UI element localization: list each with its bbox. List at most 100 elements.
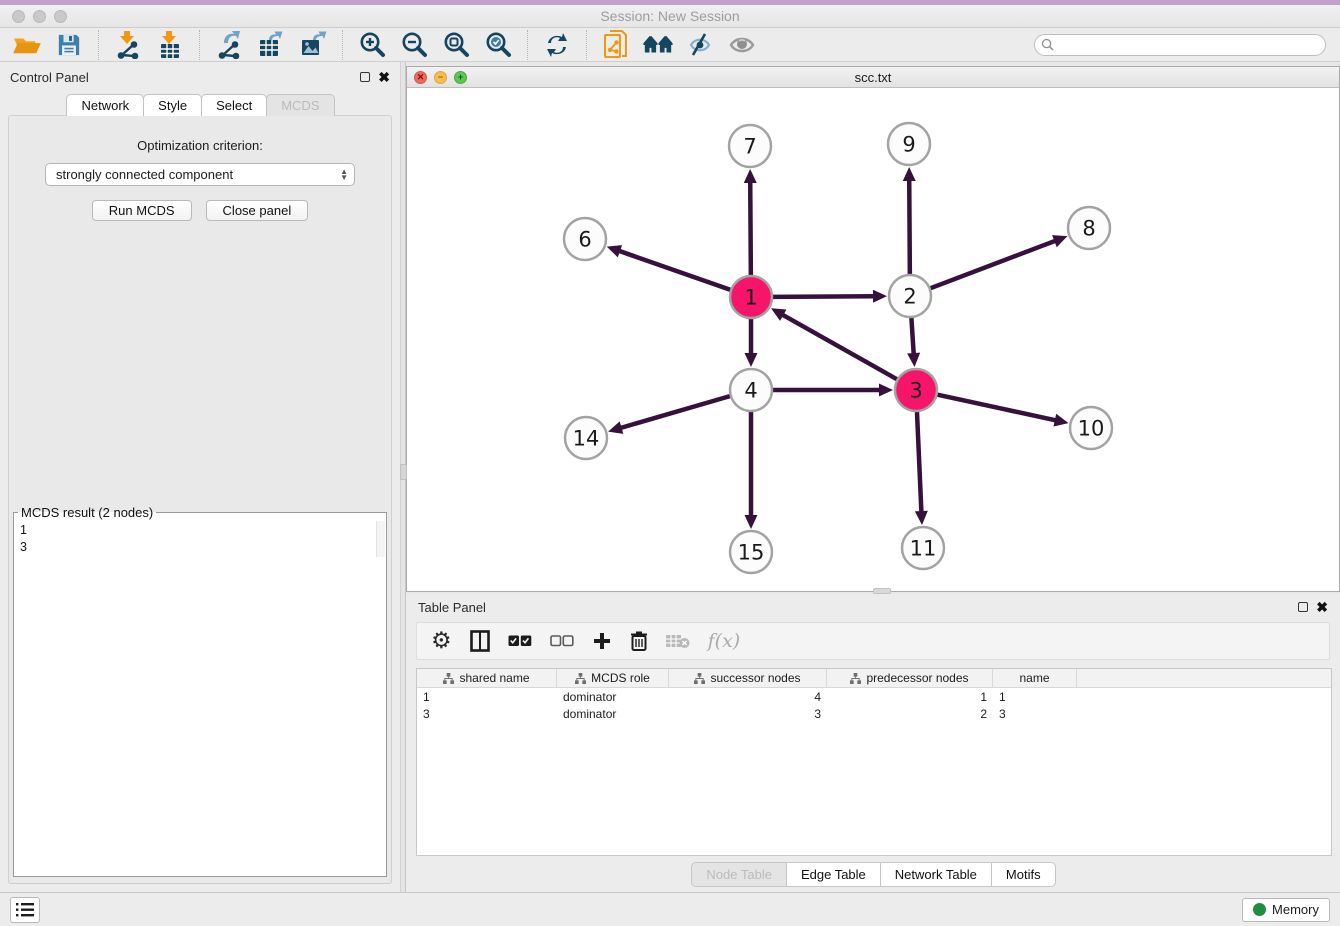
result-line: 3 [20, 539, 380, 556]
export-table-icon[interactable] [254, 30, 288, 60]
table-import-icon [157, 31, 183, 59]
export-network-icon[interactable] [212, 30, 246, 60]
graph-node-label: 6 [578, 227, 591, 251]
graph-edge-arrowhead [607, 245, 622, 257]
cell-mcds-role[interactable]: dominator [557, 690, 669, 704]
mcds-result-text[interactable]: 1 3 [14, 520, 386, 558]
graph-node-label: 14 [573, 426, 600, 450]
zoom-fit-icon[interactable] [439, 30, 473, 60]
graph-edge-4-14[interactable] [620, 396, 730, 428]
tab-motifs[interactable]: Motifs [991, 862, 1056, 887]
houses-icon [642, 33, 674, 57]
table-export-icon [257, 31, 285, 59]
create-column-icon[interactable] [592, 626, 612, 656]
export-image-icon[interactable] [296, 30, 330, 60]
graph-edge-arrowhead [608, 421, 623, 433]
zoom-selected-icon[interactable] [481, 30, 515, 60]
network-window-titlebar[interactable]: ✕ − + scc.txt [407, 67, 1339, 88]
import-network-icon[interactable] [111, 30, 145, 60]
column-header-shared-name[interactable]: shared name [417, 669, 557, 687]
open-folder-icon [12, 33, 42, 57]
cell-successor-nodes[interactable]: 3 [669, 707, 827, 721]
graph-edge-arrowhead [873, 290, 887, 303]
home-pages-icon[interactable] [641, 30, 675, 60]
zoom-in-icon[interactable] [355, 30, 389, 60]
eye-slash-icon [685, 32, 715, 58]
tab-node-table[interactable]: Node Table [691, 862, 787, 887]
optimization-criterion-label: Optimization criterion: [9, 138, 391, 153]
deselect-all-columns-icon[interactable] [550, 626, 574, 656]
graph-edge-1-7[interactable] [750, 181, 751, 275]
table-settings-gear-icon[interactable]: ⚙ [431, 626, 452, 656]
node-table[interactable]: shared name MCDS role successor nodes pr… [416, 668, 1332, 856]
column-header-successor-nodes[interactable]: successor nodes [669, 669, 827, 687]
hide-graphics-icon[interactable] [683, 30, 717, 60]
result-scrollbar[interactable] [376, 521, 385, 557]
network-graph[interactable]: 7968124314101511 [407, 88, 1339, 591]
close-panel-icon[interactable]: ✖ [378, 72, 390, 82]
cell-name[interactable]: 1 [993, 690, 1077, 704]
graph-node-label: 4 [744, 378, 757, 402]
graph-edge-arrowhead [745, 353, 758, 367]
tab-edge-table[interactable]: Edge Table [786, 862, 881, 887]
graph-edge-2-9[interactable] [909, 179, 910, 274]
split-columns-icon[interactable] [470, 626, 490, 656]
float-table-panel-icon[interactable] [1298, 602, 1308, 612]
optimization-criterion-select[interactable]: strongly connected component ▲▼ [45, 163, 355, 186]
tab-select[interactable]: Select [201, 94, 267, 116]
column-header-name[interactable]: name [993, 669, 1077, 687]
graph-edge-1-6[interactable] [618, 251, 730, 290]
zoom-out-icon[interactable] [397, 30, 431, 60]
run-mcds-button[interactable]: Run MCDS [92, 200, 192, 221]
close-table-panel-icon[interactable]: ✖ [1316, 602, 1328, 612]
graph-edge-arrowhead [1053, 414, 1068, 427]
clone-network-icon[interactable] [599, 30, 633, 60]
delete-column-icon[interactable] [630, 626, 648, 656]
graph-edge-3-1[interactable] [781, 314, 896, 379]
graph-edge-3-10[interactable] [937, 395, 1056, 421]
cell-predecessor-nodes[interactable]: 1 [827, 690, 993, 704]
refresh-layout-icon[interactable] [540, 30, 574, 60]
table-row[interactable]: 3 dominator 3 2 3 [417, 705, 1331, 722]
network-view-window: ✕ − + scc.txt 7968124314101511 [406, 66, 1340, 592]
select-all-columns-icon[interactable] [508, 626, 532, 656]
list-icon [16, 903, 34, 917]
graph-edge-arrowhead [903, 167, 916, 181]
cell-predecessor-nodes[interactable]: 2 [827, 707, 993, 721]
graph-edge-1-2[interactable] [773, 296, 875, 297]
column-header-predecessor-nodes[interactable]: predecessor nodes [827, 669, 993, 687]
float-panel-icon[interactable] [360, 72, 370, 82]
network-canvas[interactable]: 7968124314101511 [407, 88, 1339, 591]
table-row[interactable]: 1 dominator 4 1 1 [417, 688, 1331, 705]
splitter-grip[interactable] [400, 464, 407, 480]
graph-edge-2-8[interactable] [931, 240, 1057, 288]
delete-table-icon[interactable] [666, 626, 690, 656]
cell-mcds-role[interactable]: dominator [557, 707, 669, 721]
cell-shared-name[interactable]: 1 [417, 690, 557, 704]
show-graphics-icon[interactable] [725, 30, 759, 60]
cell-shared-name[interactable]: 3 [417, 707, 557, 721]
search-input[interactable] [1034, 34, 1326, 56]
open-session-icon[interactable] [10, 30, 44, 60]
tab-network-table[interactable]: Network Table [880, 862, 992, 887]
close-panel-button[interactable]: Close panel [206, 200, 309, 221]
tab-network[interactable]: Network [66, 94, 144, 116]
column-header-mcds-role[interactable]: MCDS role [557, 669, 669, 687]
memory-button[interactable]: Memory [1242, 898, 1330, 922]
window-title: Session: New Session [0, 8, 1340, 24]
cell-name[interactable]: 3 [993, 707, 1077, 721]
cell-successor-nodes[interactable]: 4 [669, 690, 827, 704]
save-session-icon[interactable] [52, 30, 86, 60]
floppy-disk-icon [57, 33, 81, 57]
graph-node-label: 15 [738, 540, 765, 564]
graph-edge-3-11[interactable] [917, 412, 921, 513]
import-table-icon[interactable] [153, 30, 187, 60]
tab-style[interactable]: Style [143, 94, 202, 116]
tab-mcds[interactable]: MCDS [266, 94, 334, 116]
task-history-button[interactable] [10, 897, 40, 923]
function-builder-icon[interactable]: f(x) [708, 626, 741, 656]
toolbar-separator [342, 30, 343, 60]
copy-document-icon [603, 30, 629, 60]
graph-edge-arrowhead [745, 515, 758, 529]
graph-edge-2-3[interactable] [911, 318, 913, 355]
